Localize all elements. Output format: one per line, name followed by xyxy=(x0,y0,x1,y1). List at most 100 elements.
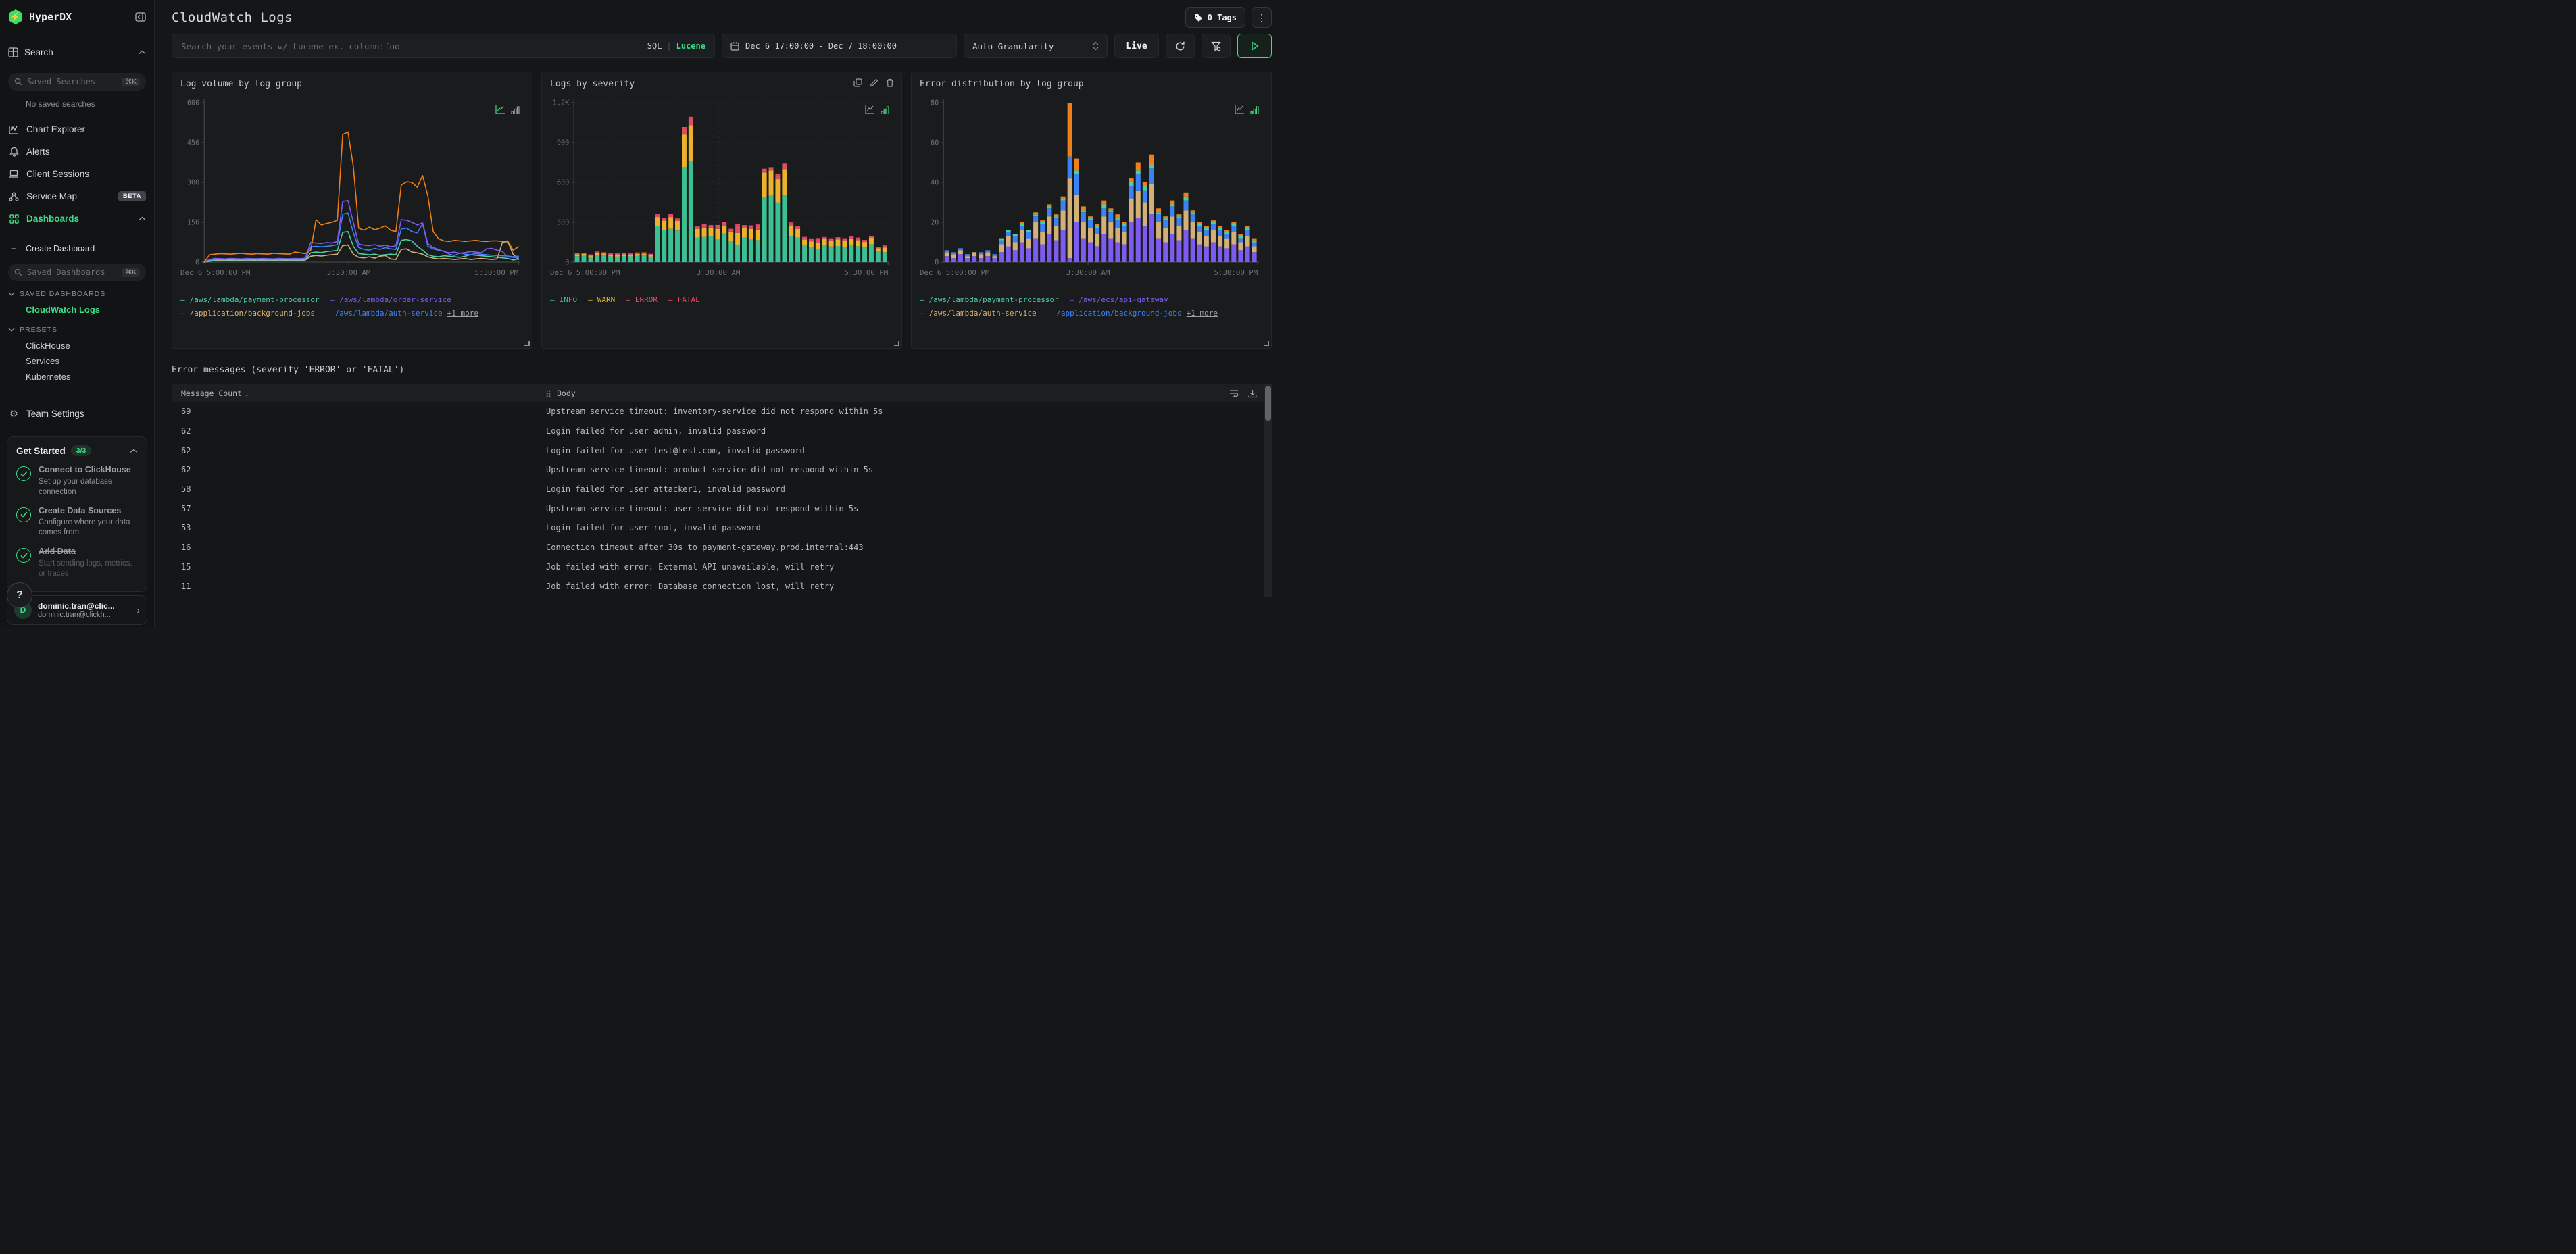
nav-label: Client Sessions xyxy=(26,169,90,179)
sidebar-dashboard-cloudwatch-logs[interactable]: CloudWatch Logs xyxy=(8,302,146,318)
chevron-up-icon[interactable] xyxy=(139,50,146,55)
bar-chart-icon[interactable] xyxy=(511,105,520,114)
bar-chart-icon[interactable] xyxy=(1250,105,1259,114)
help-button[interactable]: ? xyxy=(7,582,32,608)
panel-resize-handle[interactable] xyxy=(894,341,899,346)
granularity-select[interactable]: Auto Granularity xyxy=(964,34,1108,58)
sidebar-item-dashboards[interactable]: Dashboards xyxy=(8,207,146,230)
duplicate-icon[interactable] xyxy=(853,78,862,87)
legend-more-link[interactable]: +1 more xyxy=(447,307,478,320)
chevron-up-icon[interactable] xyxy=(139,216,146,221)
event-search-box[interactable]: SQL | Lucene xyxy=(172,34,715,58)
table-row[interactable]: 53 Login failed for user root, invalid pa… xyxy=(172,518,1272,538)
line-chart-icon[interactable] xyxy=(495,105,505,114)
saved-dashboards-search[interactable]: ⌘K xyxy=(8,264,146,281)
legend-label[interactable]: /aws/lambda/payment-processor xyxy=(190,293,320,307)
collapse-sidebar-icon[interactable] xyxy=(135,12,146,22)
column-header-body[interactable]: Body xyxy=(537,388,1218,398)
table-row[interactable]: 62 Login failed for user admin, invalid p… xyxy=(172,422,1272,441)
filters-button[interactable] xyxy=(1202,34,1231,58)
saved-searches-search[interactable]: ⌘K xyxy=(8,73,146,91)
sidebar-item-team-settings[interactable]: ⚙ Team Settings xyxy=(8,402,146,425)
legend-label[interactable]: /aws/ecs/api-gateway xyxy=(1079,293,1168,307)
sidebar-item-chart-explorer[interactable]: Chart Explorer xyxy=(8,118,146,141)
sidebar-preset-kubernetes[interactable]: Kubernetes xyxy=(8,369,146,384)
filter-icon xyxy=(1211,41,1221,51)
table-scrollbar[interactable] xyxy=(1264,384,1272,597)
svg-text:300: 300 xyxy=(557,218,569,226)
presets-section[interactable]: PRESETS xyxy=(8,322,146,338)
cell-body: Login failed for user admin, invalid pas… xyxy=(546,426,766,436)
legend-more-link[interactable]: +1 more xyxy=(1187,307,1218,320)
refresh-button[interactable] xyxy=(1166,34,1195,58)
saved-dashboards-section[interactable]: SAVED DASHBOARDS xyxy=(8,286,146,302)
saved-searches-input[interactable] xyxy=(27,77,122,86)
legend-label[interactable]: /application/background-jobs xyxy=(1056,307,1181,320)
table-row[interactable]: 16 Connection timeout after 30s to paymen… xyxy=(172,538,1272,557)
sidebar-item-search[interactable]: Search xyxy=(8,41,146,64)
download-icon[interactable] xyxy=(1248,389,1257,398)
event-search-input[interactable] xyxy=(181,41,639,51)
line-chart-icon[interactable] xyxy=(865,105,875,114)
chart-explorer-icon xyxy=(8,125,20,134)
log-volume-chart[interactable]: 0 150 300 450 600 Dec 6 5:00:00 PM 3:30:00 AM 5… xyxy=(180,93,524,288)
table-row[interactable]: 57 Upstream service timeout: user-service… xyxy=(172,499,1272,518)
more-menu-button[interactable]: ⋮ xyxy=(1252,7,1272,28)
cell-count: 62 xyxy=(181,465,191,475)
table-row[interactable]: 58 Login failed for user attacker1, inval… xyxy=(172,480,1272,499)
sidebar-item-client-sessions[interactable]: Client Sessions xyxy=(8,163,146,185)
saved-dashboards-input[interactable] xyxy=(27,268,122,277)
legend-label[interactable]: /aws/lambda/auth-service xyxy=(335,307,443,320)
sidebar-preset-services[interactable]: Services xyxy=(8,353,146,369)
table-row[interactable]: 69 Upstream service timeout: inventory-se… xyxy=(172,402,1272,422)
sidebar-item-alerts[interactable]: Alerts xyxy=(8,141,146,163)
get-started-item-sources[interactable]: Create Data Sources Configure where your… xyxy=(16,506,138,538)
wrap-text-icon[interactable] xyxy=(1229,389,1239,398)
lucene-toggle[interactable]: Lucene xyxy=(676,41,705,51)
table-body: 69 Upstream service timeout: inventory-se… xyxy=(172,402,1272,597)
drag-handle-icon[interactable] xyxy=(546,390,551,397)
get-started-item-add-data[interactable]: Add Data Start sending logs, metrics, or… xyxy=(16,547,138,579)
run-query-button[interactable] xyxy=(1237,34,1272,58)
line-chart-icon[interactable] xyxy=(1235,105,1245,114)
legend-label[interactable]: /aws/lambda/payment-processor xyxy=(929,293,1059,307)
create-dashboard-button[interactable]: + Create Dashboard xyxy=(8,239,146,259)
legend-label[interactable]: /aws/lambda/order-service xyxy=(339,293,451,307)
tags-button[interactable]: 0 Tags xyxy=(1185,7,1245,28)
table-row[interactable]: 62 Upstream service timeout: product-serv… xyxy=(172,460,1272,480)
hyperdx-logo-icon: ⚡ xyxy=(9,9,22,24)
delete-icon[interactable] xyxy=(886,78,894,87)
svg-text:3:30:00 AM: 3:30:00 AM xyxy=(1066,268,1110,277)
legend-label[interactable]: INFO xyxy=(560,293,578,307)
legend-label[interactable]: FATAL xyxy=(678,293,700,307)
get-started-item-connect[interactable]: Connect to ClickHouse Set up your databa… xyxy=(16,465,138,497)
sidebar-item-service-map[interactable]: Service Map BETA xyxy=(8,185,146,207)
dashboards-grid-icon xyxy=(8,214,20,224)
logs-by-severity-chart[interactable]: 0 300 600 900 1.2K Dec 6 5:00:00 PM 3:30:00 AM… xyxy=(550,93,893,288)
bar-chart-icon[interactable] xyxy=(881,105,889,114)
legend-label[interactable]: ERROR xyxy=(635,293,658,307)
sidebar: ⚡ HyperDX Search ⌘K No saved searches Ch… xyxy=(0,0,155,627)
select-chevrons-icon xyxy=(1093,41,1099,51)
page-title: CloudWatch Logs xyxy=(172,10,293,25)
live-button[interactable]: Live xyxy=(1114,34,1159,58)
svg-text:450: 450 xyxy=(187,139,199,147)
legend-label[interactable]: /aws/lambda/auth-service xyxy=(929,307,1037,320)
column-header-count[interactable]: Message Count ↓ xyxy=(172,388,537,398)
chevron-up-icon[interactable] xyxy=(130,449,138,453)
scrollbar-thumb[interactable] xyxy=(1265,386,1271,421)
legend-label[interactable]: WARN xyxy=(597,293,616,307)
panel-resize-handle[interactable] xyxy=(1264,341,1269,346)
sidebar-preset-clickhouse[interactable]: ClickHouse xyxy=(8,338,146,353)
panel-resize-handle[interactable] xyxy=(524,341,530,346)
sql-toggle[interactable]: SQL xyxy=(647,41,662,51)
svg-text:40: 40 xyxy=(931,178,939,186)
time-range-picker[interactable]: Dec 6 17:00:00 - Dec 7 18:00:00 xyxy=(722,34,957,58)
edit-icon[interactable] xyxy=(870,78,878,87)
legend-label[interactable]: /application/background-jobs xyxy=(190,307,315,320)
table-row[interactable]: 15 Job failed with error: External API un… xyxy=(172,557,1272,577)
error-distribution-chart[interactable]: 0 20 40 60 80 Dec 6 5:00:00 PM 3:30:00 AM 5:30:… xyxy=(920,93,1263,288)
table-row[interactable]: 11 Job failed with error: Database connec… xyxy=(172,576,1272,596)
search-icon xyxy=(14,78,22,86)
table-row[interactable]: 62 Login failed for user test@test.com, i… xyxy=(172,441,1272,460)
